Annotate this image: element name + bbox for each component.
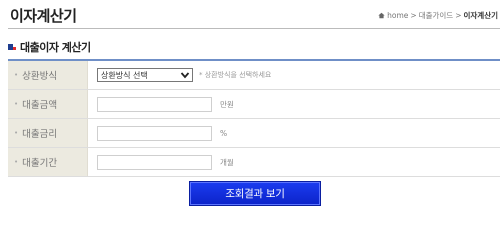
amount-unit: 만원 — [220, 99, 234, 109]
breadcrumb-current: 이자계산기 — [463, 11, 499, 20]
breadcrumb-loan-guide[interactable]: 대출가이드 — [419, 10, 454, 21]
breadcrumb-home[interactable]: home — [387, 11, 408, 20]
label-bullet-icon: • — [14, 100, 19, 108]
period-label: • 대출기간 — [8, 148, 88, 176]
rate-value: % — [88, 125, 500, 141]
view-results-button[interactable]: 조회결과 보기 — [189, 181, 321, 206]
rate-unit: % — [220, 128, 228, 138]
page-title: 이자계산기 — [10, 7, 77, 25]
interest-rate-input[interactable] — [97, 125, 212, 141]
loan-period-input[interactable] — [97, 154, 212, 170]
rate-label-text: 대출금리 — [22, 129, 58, 140]
form-row-repayment: • 상환방식 상환방식 선택 * 상환방식을 선택하세요 — [8, 61, 500, 90]
amount-label-text: 대출금액 — [22, 100, 58, 111]
form-row-period: • 대출기간 개월 — [8, 148, 500, 177]
loan-amount-input[interactable] — [97, 96, 212, 112]
section-title: 대출이자 계산기 — [20, 41, 91, 54]
breadcrumb-separator: > — [410, 11, 417, 20]
home-icon[interactable] — [378, 12, 385, 19]
chevron-down-icon[interactable] — [180, 70, 190, 80]
period-value: 개월 — [88, 154, 500, 170]
repayment-select-value: 상환방식 선택 — [101, 70, 148, 80]
breadcrumb-separator: > — [455, 11, 462, 20]
section-heading: 대출이자 계산기 — [8, 39, 91, 55]
amount-label: • 대출금액 — [8, 90, 88, 118]
repayment-value: 상환방식 선택 * 상환방식을 선택하세요 — [88, 68, 500, 82]
amount-value: 만원 — [88, 96, 500, 112]
rate-label: • 대출금리 — [8, 119, 88, 147]
period-unit: 개월 — [220, 157, 234, 167]
repayment-helper-text: * 상환방식을 선택하세요 — [199, 71, 272, 79]
repayment-select[interactable]: 상환방식 선택 — [97, 68, 193, 82]
period-label-text: 대출기간 — [22, 158, 58, 169]
label-bullet-icon: • — [14, 71, 19, 79]
repayment-label: • 상환방식 — [8, 61, 88, 89]
label-bullet-icon: • — [14, 158, 19, 166]
breadcrumb: home > 대출가이드 > 이자계산기 — [378, 10, 498, 21]
section-bullet-icon — [8, 43, 16, 51]
loan-form: • 상환방식 상환방식 선택 * 상환방식을 선택하세요 • 대출금액 만원 •… — [8, 59, 500, 177]
title-divider — [8, 28, 500, 29]
repayment-label-text: 상환방식 — [22, 71, 58, 82]
form-row-amount: • 대출금액 만원 — [8, 90, 500, 119]
form-row-rate: • 대출금리 % — [8, 119, 500, 148]
label-bullet-icon: • — [14, 129, 19, 137]
